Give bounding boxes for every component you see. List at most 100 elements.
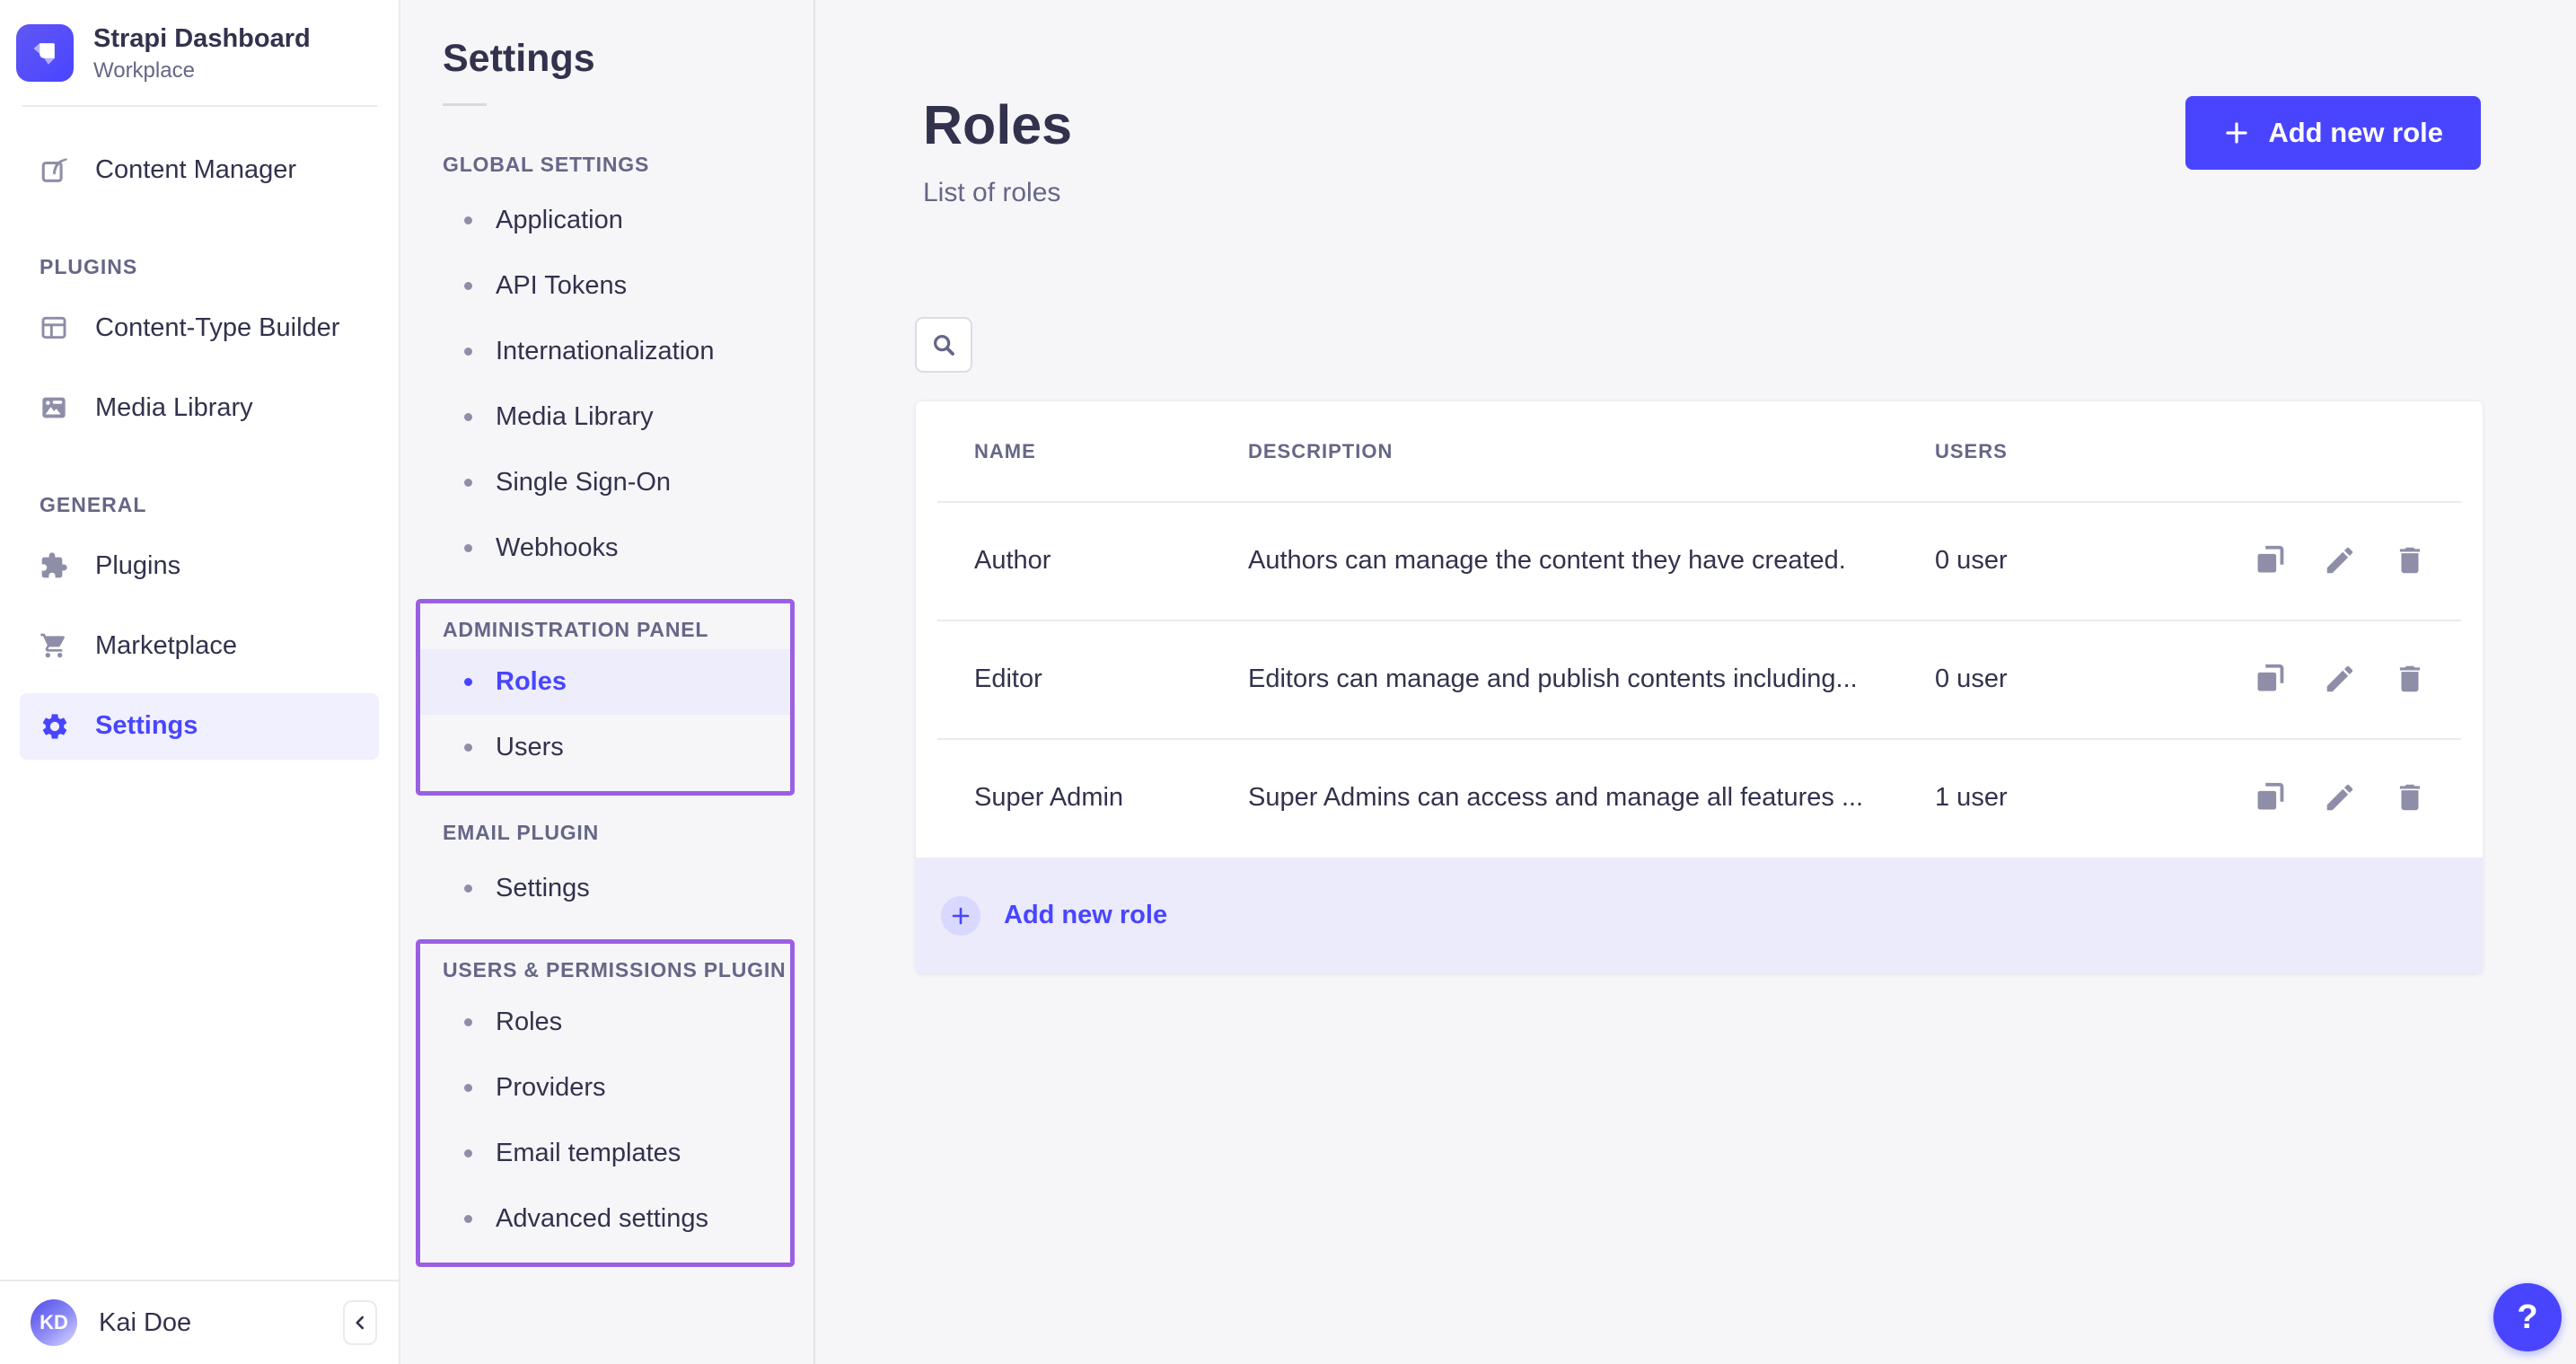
sidebar-item-plugins[interactable]: Plugins bbox=[20, 533, 379, 600]
subnav-item-webhooks[interactable]: Webhooks bbox=[400, 515, 813, 581]
sidebar-item-media-library[interactable]: Media Library bbox=[20, 375, 379, 442]
column-header-description: DESCRIPTION bbox=[1248, 440, 1935, 463]
main-sidebar: Strapi Dashboard Workplace Content Manag… bbox=[0, 0, 400, 1364]
sidebar-item-label: Content-Type Builder bbox=[95, 313, 339, 343]
sidebar-item-label: Media Library bbox=[95, 393, 253, 423]
bullet-icon bbox=[464, 413, 472, 421]
content-manager-icon bbox=[40, 155, 70, 186]
sidebar-user-area: KD Kai Doe bbox=[0, 1280, 399, 1364]
sidebar-nav: Content Manager PLUGINS Content-Type Bui… bbox=[0, 107, 399, 760]
bullet-icon bbox=[464, 544, 472, 552]
subnav-item-label: Providers bbox=[496, 1073, 606, 1103]
puzzle-icon bbox=[40, 551, 70, 582]
edit-button[interactable] bbox=[2323, 662, 2357, 696]
brand-text: Strapi Dashboard Workplace bbox=[93, 23, 311, 84]
trash-icon bbox=[2393, 662, 2427, 696]
avatar: KD bbox=[31, 1299, 77, 1346]
sidebar-section-plugins: PLUGINS bbox=[0, 217, 399, 295]
bullet-icon bbox=[464, 744, 472, 752]
subnav-item-api-tokens[interactable]: API Tokens bbox=[400, 253, 813, 319]
bullet-icon bbox=[464, 1215, 472, 1223]
brand-title: Strapi Dashboard bbox=[93, 23, 311, 55]
duplicate-button[interactable] bbox=[2253, 780, 2287, 814]
bullet-icon bbox=[464, 216, 472, 224]
subnav-item-up-roles[interactable]: Roles bbox=[420, 990, 790, 1055]
subnav-section-administration-panel annotation-box: ADMINISTRATION PANEL Roles Users bbox=[416, 599, 795, 796]
add-new-role-label: Add new role bbox=[2268, 117, 2443, 149]
sidebar-item-content-type-builder[interactable]: Content-Type Builder bbox=[20, 295, 379, 362]
subnav-item-label: Single Sign-On bbox=[496, 468, 671, 497]
plus-circle-icon bbox=[941, 896, 980, 936]
subnav-item-label: Media Library bbox=[496, 402, 654, 432]
main-content: Roles List of roles Add new role NAME bbox=[815, 0, 2576, 1364]
sidebar-item-marketplace[interactable]: Marketplace bbox=[20, 613, 379, 680]
collapse-sidebar-button[interactable] bbox=[343, 1300, 377, 1345]
gear-icon bbox=[40, 711, 70, 742]
subnav-item-label: Application bbox=[496, 206, 623, 235]
subnav-item-internationalization[interactable]: Internationalization bbox=[400, 319, 813, 384]
subnav-item-label: API Tokens bbox=[496, 271, 627, 301]
subnav-item-up-providers[interactable]: Providers bbox=[420, 1055, 790, 1121]
bullet-icon bbox=[464, 479, 472, 487]
table-footer-add-row[interactable]: Add new role bbox=[916, 858, 2483, 973]
duplicate-icon bbox=[2253, 662, 2287, 696]
subnav-item-label: Email templates bbox=[496, 1139, 681, 1168]
table-row-editor[interactable]: Editor Editors can manage and publish co… bbox=[916, 620, 2483, 738]
add-new-role-button[interactable]: Add new role bbox=[2185, 96, 2481, 170]
footer-add-new-role-label: Add new role bbox=[1004, 901, 1167, 930]
role-description: Authors can manage the content they have… bbox=[1248, 546, 1935, 576]
question-mark-icon: ? bbox=[2517, 1298, 2537, 1337]
row-actions bbox=[2253, 543, 2427, 577]
subnav-section-title: USERS & PERMISSIONS PLUGIN bbox=[420, 958, 790, 982]
sidebar-item-label: Plugins bbox=[95, 551, 180, 581]
table-row-author[interactable]: Author Authors can manage the content th… bbox=[916, 501, 2483, 620]
role-description: Super Admins can access and manage all f… bbox=[1248, 783, 1935, 813]
page-title: Roles bbox=[923, 93, 1072, 156]
pencil-icon bbox=[2323, 543, 2357, 577]
sidebar-item-settings[interactable]: Settings bbox=[20, 693, 379, 760]
subnav-item-admin-users[interactable]: Users bbox=[420, 715, 790, 780]
duplicate-icon bbox=[2253, 780, 2287, 814]
edit-button[interactable] bbox=[2323, 780, 2357, 814]
sidebar-section-general: GENERAL bbox=[0, 455, 399, 533]
delete-button[interactable] bbox=[2393, 543, 2427, 577]
roles-table-card: NAME DESCRIPTION USERS Author Authors ca… bbox=[916, 401, 2483, 973]
subnav-item-single-sign-on[interactable]: Single Sign-On bbox=[400, 450, 813, 515]
bullet-icon bbox=[464, 348, 472, 356]
role-description: Editors can manage and publish contents … bbox=[1248, 664, 1935, 694]
role-users-count: 0 user bbox=[1935, 664, 2253, 694]
trash-icon bbox=[2393, 543, 2427, 577]
subnav-item-label: Roles bbox=[496, 667, 567, 697]
subnav-item-application[interactable]: Application bbox=[400, 188, 813, 253]
subnav-title: Settings bbox=[400, 0, 813, 80]
duplicate-icon bbox=[2253, 543, 2287, 577]
duplicate-button[interactable] bbox=[2253, 662, 2287, 696]
delete-button[interactable] bbox=[2393, 780, 2427, 814]
chevron-left-icon bbox=[348, 1311, 372, 1334]
strapi-admin-app: Strapi Dashboard Workplace Content Manag… bbox=[0, 0, 2576, 1364]
subnav-item-media-library[interactable]: Media Library bbox=[400, 384, 813, 450]
subnav-section-global-settings: GLOBAL SETTINGS Application API Tokens I… bbox=[400, 153, 813, 581]
media-library-icon bbox=[40, 393, 70, 424]
subnav-item-label: Settings bbox=[496, 874, 590, 903]
cart-icon bbox=[40, 631, 70, 662]
subnav-item-label: Roles bbox=[496, 1008, 562, 1037]
edit-button[interactable] bbox=[2323, 543, 2357, 577]
subnav-item-email-settings[interactable]: Settings bbox=[400, 856, 813, 921]
pencil-icon bbox=[2323, 780, 2357, 814]
subnav-item-up-advanced-settings[interactable]: Advanced settings bbox=[420, 1186, 790, 1252]
subnav-item-up-email-templates[interactable]: Email templates bbox=[420, 1121, 790, 1186]
duplicate-button[interactable] bbox=[2253, 543, 2287, 577]
brand[interactable]: Strapi Dashboard Workplace bbox=[0, 0, 399, 105]
plus-icon bbox=[2223, 119, 2250, 146]
subnav-item-admin-roles[interactable]: Roles bbox=[420, 649, 790, 715]
search-button[interactable] bbox=[915, 317, 972, 373]
help-button[interactable]: ? bbox=[2493, 1283, 2562, 1351]
subnav-item-label: Users bbox=[496, 733, 564, 762]
subnav-section-email-plugin: EMAIL PLUGIN Settings bbox=[400, 821, 813, 921]
table-row-super-admin[interactable]: Super Admin Super Admins can access and … bbox=[916, 738, 2483, 857]
sidebar-item-label: Marketplace bbox=[95, 631, 237, 661]
delete-button[interactable] bbox=[2393, 662, 2427, 696]
sidebar-item-content-manager[interactable]: Content Manager bbox=[20, 137, 379, 204]
row-actions bbox=[2253, 662, 2427, 696]
